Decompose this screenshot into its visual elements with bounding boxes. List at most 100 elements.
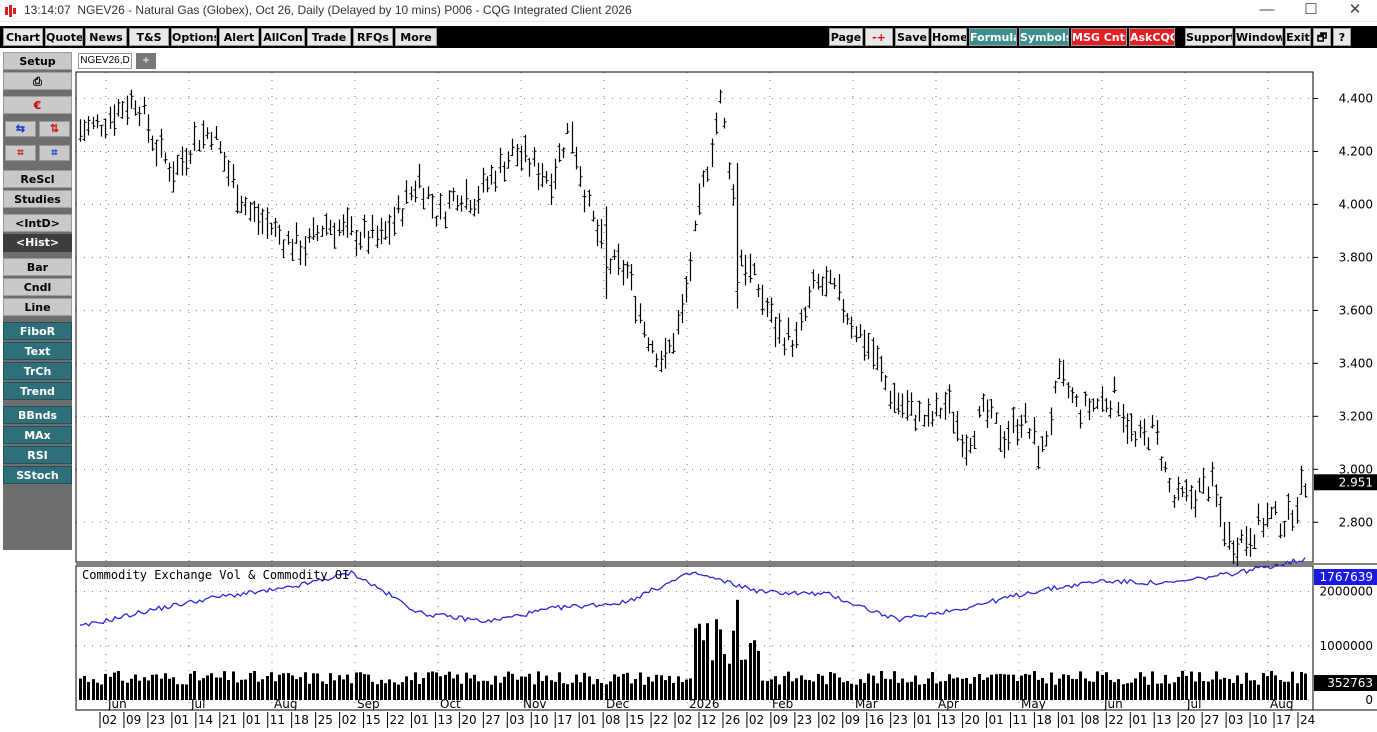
cqg-window: 13:14:07 NGEV26 - Natural Gas (Globex), … — [0, 0, 1377, 732]
day-label: 17 — [557, 713, 572, 727]
volume-bar — [1088, 681, 1091, 700]
volume-bar — [749, 642, 752, 700]
volume-bar — [634, 679, 637, 700]
volume-bar — [1257, 684, 1260, 700]
day-label: 20 — [1180, 713, 1195, 727]
oi-value-tag: 1767639 — [1320, 570, 1373, 584]
volume-bar — [469, 678, 472, 700]
day-label: 01 — [174, 713, 189, 727]
volume-bar — [630, 683, 633, 700]
volume-bar — [1075, 679, 1078, 700]
volume-bar — [1236, 675, 1239, 700]
volume-bar — [719, 629, 722, 700]
day-label: 22 — [1108, 713, 1123, 727]
volume-bar — [761, 680, 764, 700]
volume-bar — [117, 671, 120, 700]
volume-bar — [215, 677, 218, 700]
volume-bar — [825, 684, 828, 700]
price-tick-label: 3.200 — [1339, 409, 1373, 423]
chart-canvas[interactable]: 4.400 4.200 4.000 3.800 3.600 3.400 3.200 3.000… — [0, 0, 1377, 732]
day-label: 03 — [1228, 713, 1243, 727]
volume-bar — [138, 680, 141, 700]
volume-bar — [92, 679, 95, 700]
volume-bar — [104, 673, 107, 700]
volume-bar — [270, 672, 273, 700]
volume-bar — [1300, 672, 1303, 700]
day-label: 02 — [677, 713, 692, 727]
price-pane-frame — [75, 71, 1314, 563]
volume-bar — [435, 672, 438, 700]
volume-bar — [227, 679, 230, 700]
day-label: 11 — [1012, 713, 1027, 727]
volume-bar — [333, 680, 336, 700]
volume-bar — [842, 682, 845, 700]
volume-bar — [672, 682, 675, 700]
volume-bar — [355, 672, 358, 700]
volume-bar — [405, 676, 408, 700]
volume-bar — [87, 681, 90, 700]
volume-bar — [1262, 673, 1265, 700]
volume-bar — [393, 682, 396, 700]
month-label: Sep — [357, 697, 380, 711]
volume-bar — [401, 682, 404, 700]
month-label: Jul — [1186, 697, 1201, 711]
volume-bar — [1126, 683, 1129, 700]
volume-bar — [732, 630, 735, 700]
volume-bar — [308, 683, 311, 700]
volume-bar — [795, 678, 798, 700]
volume-bar — [812, 681, 815, 700]
day-label: 09 — [126, 713, 141, 727]
volume-bar — [554, 681, 557, 700]
volume-bar — [706, 623, 709, 700]
volume-bar — [316, 673, 319, 700]
volume-bar — [1058, 678, 1061, 700]
volume-bar — [321, 681, 324, 700]
volume-bar — [477, 681, 480, 700]
day-label: 01 — [246, 713, 261, 727]
volume-bar — [325, 684, 328, 700]
volume-bar — [151, 674, 154, 700]
volume-bar — [643, 684, 646, 700]
volume-bar — [1190, 671, 1193, 700]
day-label: 01 — [917, 713, 932, 727]
volume-bar — [931, 672, 934, 700]
volume-bar — [736, 599, 739, 700]
price-tick-label: 3.600 — [1339, 303, 1373, 317]
volume-bar — [999, 673, 1002, 700]
volume-bar — [817, 673, 820, 700]
volume-bar — [418, 684, 421, 700]
volume-bar — [1054, 684, 1057, 700]
volume-bar — [261, 679, 264, 700]
volume-bar — [821, 675, 824, 700]
month-label: Mar — [855, 697, 878, 711]
volume-tick-label: 1000000 — [1320, 639, 1373, 653]
volume-bar — [511, 673, 514, 700]
volume-bar — [210, 673, 213, 700]
date-axis: Jun Jul Aug Sep Oct Nov Dec 2026 Feb Mar Apr May Jun… — [99, 697, 1315, 728]
volume-bar — [973, 677, 976, 700]
volume-bar — [410, 680, 413, 700]
volume-value-tag: 352763 — [1327, 676, 1373, 690]
volume-bar — [583, 672, 586, 700]
volume-bar — [664, 680, 667, 700]
volume-bar — [414, 672, 417, 700]
volume-bar — [388, 679, 391, 700]
volume-bar — [193, 671, 196, 700]
day-label: 20 — [965, 713, 980, 727]
day-label: 25 — [318, 713, 333, 727]
volume-bar — [155, 674, 158, 700]
volume-bar — [596, 679, 599, 700]
volume-bar — [829, 671, 832, 700]
volume-bar — [329, 673, 332, 700]
volume-bar — [346, 674, 349, 700]
volume-bar — [655, 674, 658, 700]
subchart-title: Commodity Exchange Vol & Commodity OI — [82, 568, 349, 582]
volume-bar — [808, 680, 811, 700]
volume-bar — [1071, 678, 1074, 700]
volume-bar — [380, 679, 383, 700]
chart-frames — [75, 71, 1377, 711]
volume-bar — [982, 679, 985, 700]
volume-bar — [1012, 674, 1015, 700]
day-label: 01 — [413, 713, 428, 727]
volume-bar — [995, 674, 998, 700]
